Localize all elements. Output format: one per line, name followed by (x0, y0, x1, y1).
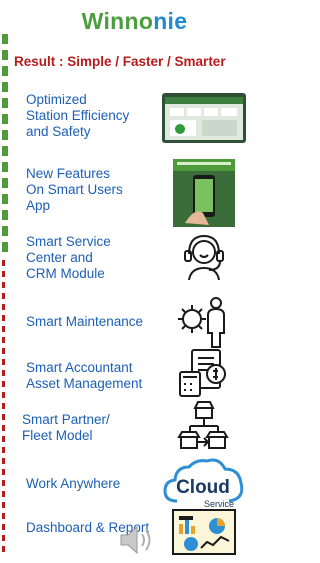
feature-smart-users-app: New Features On Smart Users App (26, 166, 161, 214)
feature-label-line: Smart Service (26, 234, 111, 249)
feature-label-line: Smart Accountant (26, 360, 133, 375)
left-green-dashed-border (2, 34, 8, 254)
feature-label-line: Asset Management (26, 376, 143, 391)
feature-label-line: App (26, 198, 51, 213)
headset-support-icon (158, 226, 250, 286)
feature-service-center-crm: Smart Service Center and CRM Module (26, 234, 161, 282)
brand-part-1: Winno (81, 8, 154, 34)
feature-partner-fleet: Smart Partner/ Fleet Model (22, 412, 157, 444)
feature-label-line: Center and (26, 250, 93, 265)
feature-work-anywhere: Work Anywhere (26, 476, 161, 492)
feature-label-line: Smart Maintenance (26, 314, 144, 329)
left-red-dashed-border (2, 260, 5, 555)
feature-label-line: Fleet Model (22, 428, 93, 443)
feature-label-line: Work Anywhere (26, 476, 121, 491)
cloud-service-icon: Cloud Service (158, 454, 250, 512)
feature-label-line: On Smart Users (26, 182, 123, 197)
partner-network-icon (158, 396, 250, 456)
feature-label-line: Station Efficiency (26, 108, 130, 123)
speaker-audio-icon[interactable] (117, 523, 159, 557)
feature-label-line: CRM Module (26, 266, 105, 281)
cloud-title: Cloud (176, 477, 230, 498)
feature-label-line: Smart Partner/ (22, 412, 110, 427)
smartphone-app-icon (158, 158, 250, 228)
feature-smart-maintenance: Smart Maintenance (26, 314, 161, 330)
dashboard-chart-icon (158, 506, 250, 558)
feature-label-line: Optimized (26, 92, 87, 107)
brand-part-2: nie (153, 8, 188, 34)
feature-station-efficiency: Optimized Station Efficiency and Safety (26, 92, 161, 140)
feature-label-line: and Safety (26, 124, 91, 139)
station-screenshot-icon (158, 88, 250, 148)
feature-label-line: New Features (26, 166, 111, 181)
brand-logo: Winnonie (0, 6, 269, 36)
feature-accountant-asset: Smart Accountant Asset Management (26, 360, 161, 392)
calculator-invoice-icon (158, 342, 250, 402)
tagline: Result : Simple / Faster / Smarter (14, 54, 226, 69)
